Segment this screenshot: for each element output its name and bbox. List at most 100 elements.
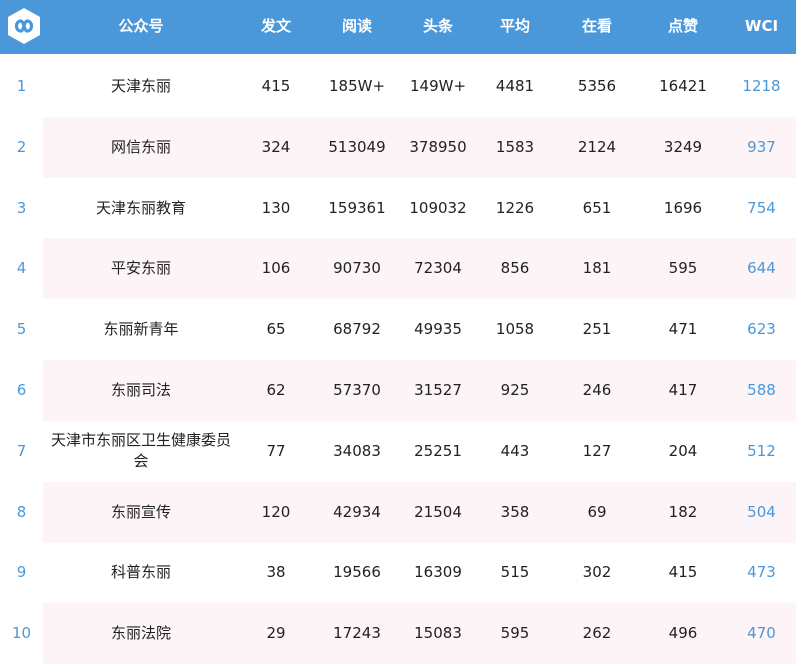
likes-cell: 417 [668,381,698,399]
reads-cell: 90730 [333,259,381,278]
headline-reads-cell: 21504 [414,502,462,521]
headline-reads-cell: 72304 [414,259,462,278]
headline-reads-cell: 109032 [409,198,467,217]
header-account[interactable]: 公众号 [43,0,239,54]
reads-cell: 17243 [333,624,381,643]
rank-cell: 4 [16,259,27,278]
likes-cell: 471 [668,320,698,339]
posts-cell: 38 [266,563,286,582]
average-cell: 856 [500,259,530,278]
table-row[interactable]: 2 网信东丽 324 513049 378950 1583 2124 3249 937 [0,116,796,178]
watching-cell: 2124 [577,137,617,156]
watching-cell: 262 [582,624,612,643]
table-row[interactable]: 10 东丽法院 29 17243 15083 595 262 496 470 [0,603,796,665]
reads-cell: 57370 [333,381,381,399]
reads-cell: 513049 [328,137,386,156]
wci-cell: 1218 [742,77,781,95]
rank-cell: 1 [16,77,27,95]
watching-cell: 5356 [577,77,617,95]
table-row[interactable]: 6 东丽司法 62 57370 31527 925 246 417 588 [0,360,796,421]
headline-reads-cell: 378950 [409,137,467,156]
headline-reads-cell: 16309 [414,563,462,582]
table-row[interactable]: 1 天津东丽 415 185W+ 149W+ 4481 5356 16421 1218 [0,56,796,117]
wci-cell: 937 [747,137,776,156]
reads-cell: 159361 [328,198,386,217]
watching-cell: 651 [582,198,612,217]
account-name-link[interactable]: 东丽法院 [43,603,239,664]
likes-cell: 182 [668,502,698,521]
header-wci[interactable]: WCI [727,0,796,54]
posts-cell: 62 [266,381,286,399]
wci-cell: 470 [747,624,776,643]
account-name-link[interactable]: 平安东丽 [43,238,239,299]
posts-cell: 120 [261,502,291,521]
watching-cell: 246 [582,381,612,399]
posts-cell: 77 [266,441,286,460]
likes-cell: 415 [668,563,698,582]
account-name-link[interactable]: 天津东丽教育 [43,178,239,239]
average-cell: 1058 [495,320,535,339]
table-row[interactable]: 5 东丽新青年 65 68792 49935 1058 251 471 623 [0,299,796,360]
rank-cell: 9 [16,563,27,582]
header-posts[interactable]: 发文 [239,0,313,54]
rank-cell: 3 [16,198,27,217]
wci-cell: 588 [747,381,776,399]
header-watching[interactable]: 在看 [555,0,639,54]
reads-cell: 68792 [333,320,381,339]
account-name-link[interactable]: 天津东丽 [43,56,239,117]
reads-cell: 19566 [333,563,381,582]
table-row[interactable]: 4 平安东丽 106 90730 72304 856 181 595 644 [0,238,796,300]
likes-cell: 595 [668,259,698,278]
rank-cell: 2 [16,137,27,156]
reads-cell: 34083 [333,441,381,460]
ranking-table: 公众号 发文 阅读 头条 平均 在看 点赞 WCI 1 天津东丽 415 185W+ 1… [0,0,796,665]
header-reads[interactable]: 阅读 [313,0,401,54]
posts-cell: 106 [261,259,291,278]
wci-cell: 623 [747,320,776,339]
wci-cell: 504 [747,502,776,521]
account-name-link[interactable]: 东丽宣传 [43,482,239,543]
rank-cell: 5 [16,320,27,339]
table-row[interactable]: 7 天津市东丽区卫生健康委员会 77 34083 25251 443 127 204 512 [0,421,796,482]
average-cell: 443 [500,441,530,460]
posts-cell: 130 [261,198,291,217]
likes-cell: 16421 [659,77,707,95]
wci-cell: 754 [747,198,776,217]
average-cell: 1583 [495,137,535,156]
posts-cell: 324 [261,137,291,156]
table-row[interactable]: 8 东丽宣传 120 42934 21504 358 69 182 504 [0,481,796,543]
reads-cell: 42934 [333,502,381,521]
rank-cell: 7 [16,441,27,460]
infinity-logo-icon [8,8,40,44]
headline-reads-cell: 31527 [414,381,462,399]
header-average[interactable]: 平均 [475,0,555,54]
account-name-link[interactable]: 网信东丽 [43,117,239,178]
rank-cell: 6 [16,381,27,399]
wci-cell: 473 [747,563,776,582]
table-row[interactable]: 3 天津东丽教育 130 159361 109032 1226 651 1696 754 [0,178,796,239]
table-row[interactable]: 9 科普东丽 38 19566 16309 515 302 415 473 [0,542,796,603]
table-header: 公众号 发文 阅读 头条 平均 在看 点赞 WCI [0,0,796,54]
rank-cell: 10 [11,624,32,643]
posts-cell: 65 [266,320,286,339]
posts-cell: 415 [261,77,291,95]
account-name-link[interactable]: 科普东丽 [43,542,239,603]
watching-cell: 251 [582,320,612,339]
rank-cell: 8 [16,502,27,521]
average-cell: 925 [500,381,530,399]
wci-cell: 512 [747,441,776,460]
account-name-link[interactable]: 天津市东丽区卫生健康委员会 [43,421,239,482]
account-name-link[interactable]: 东丽新青年 [43,299,239,360]
average-cell: 1226 [495,198,535,217]
watching-cell: 302 [582,563,612,582]
headline-reads-cell: 15083 [414,624,462,643]
account-name-link[interactable]: 东丽司法 [43,360,239,421]
header-likes[interactable]: 点赞 [639,0,727,54]
likes-cell: 204 [668,441,698,460]
likes-cell: 1696 [663,198,703,217]
header-headline[interactable]: 头条 [401,0,475,54]
likes-cell: 496 [668,624,698,643]
likes-cell: 3249 [663,137,703,156]
average-cell: 4481 [495,77,535,95]
reads-cell: 185W+ [328,77,386,95]
